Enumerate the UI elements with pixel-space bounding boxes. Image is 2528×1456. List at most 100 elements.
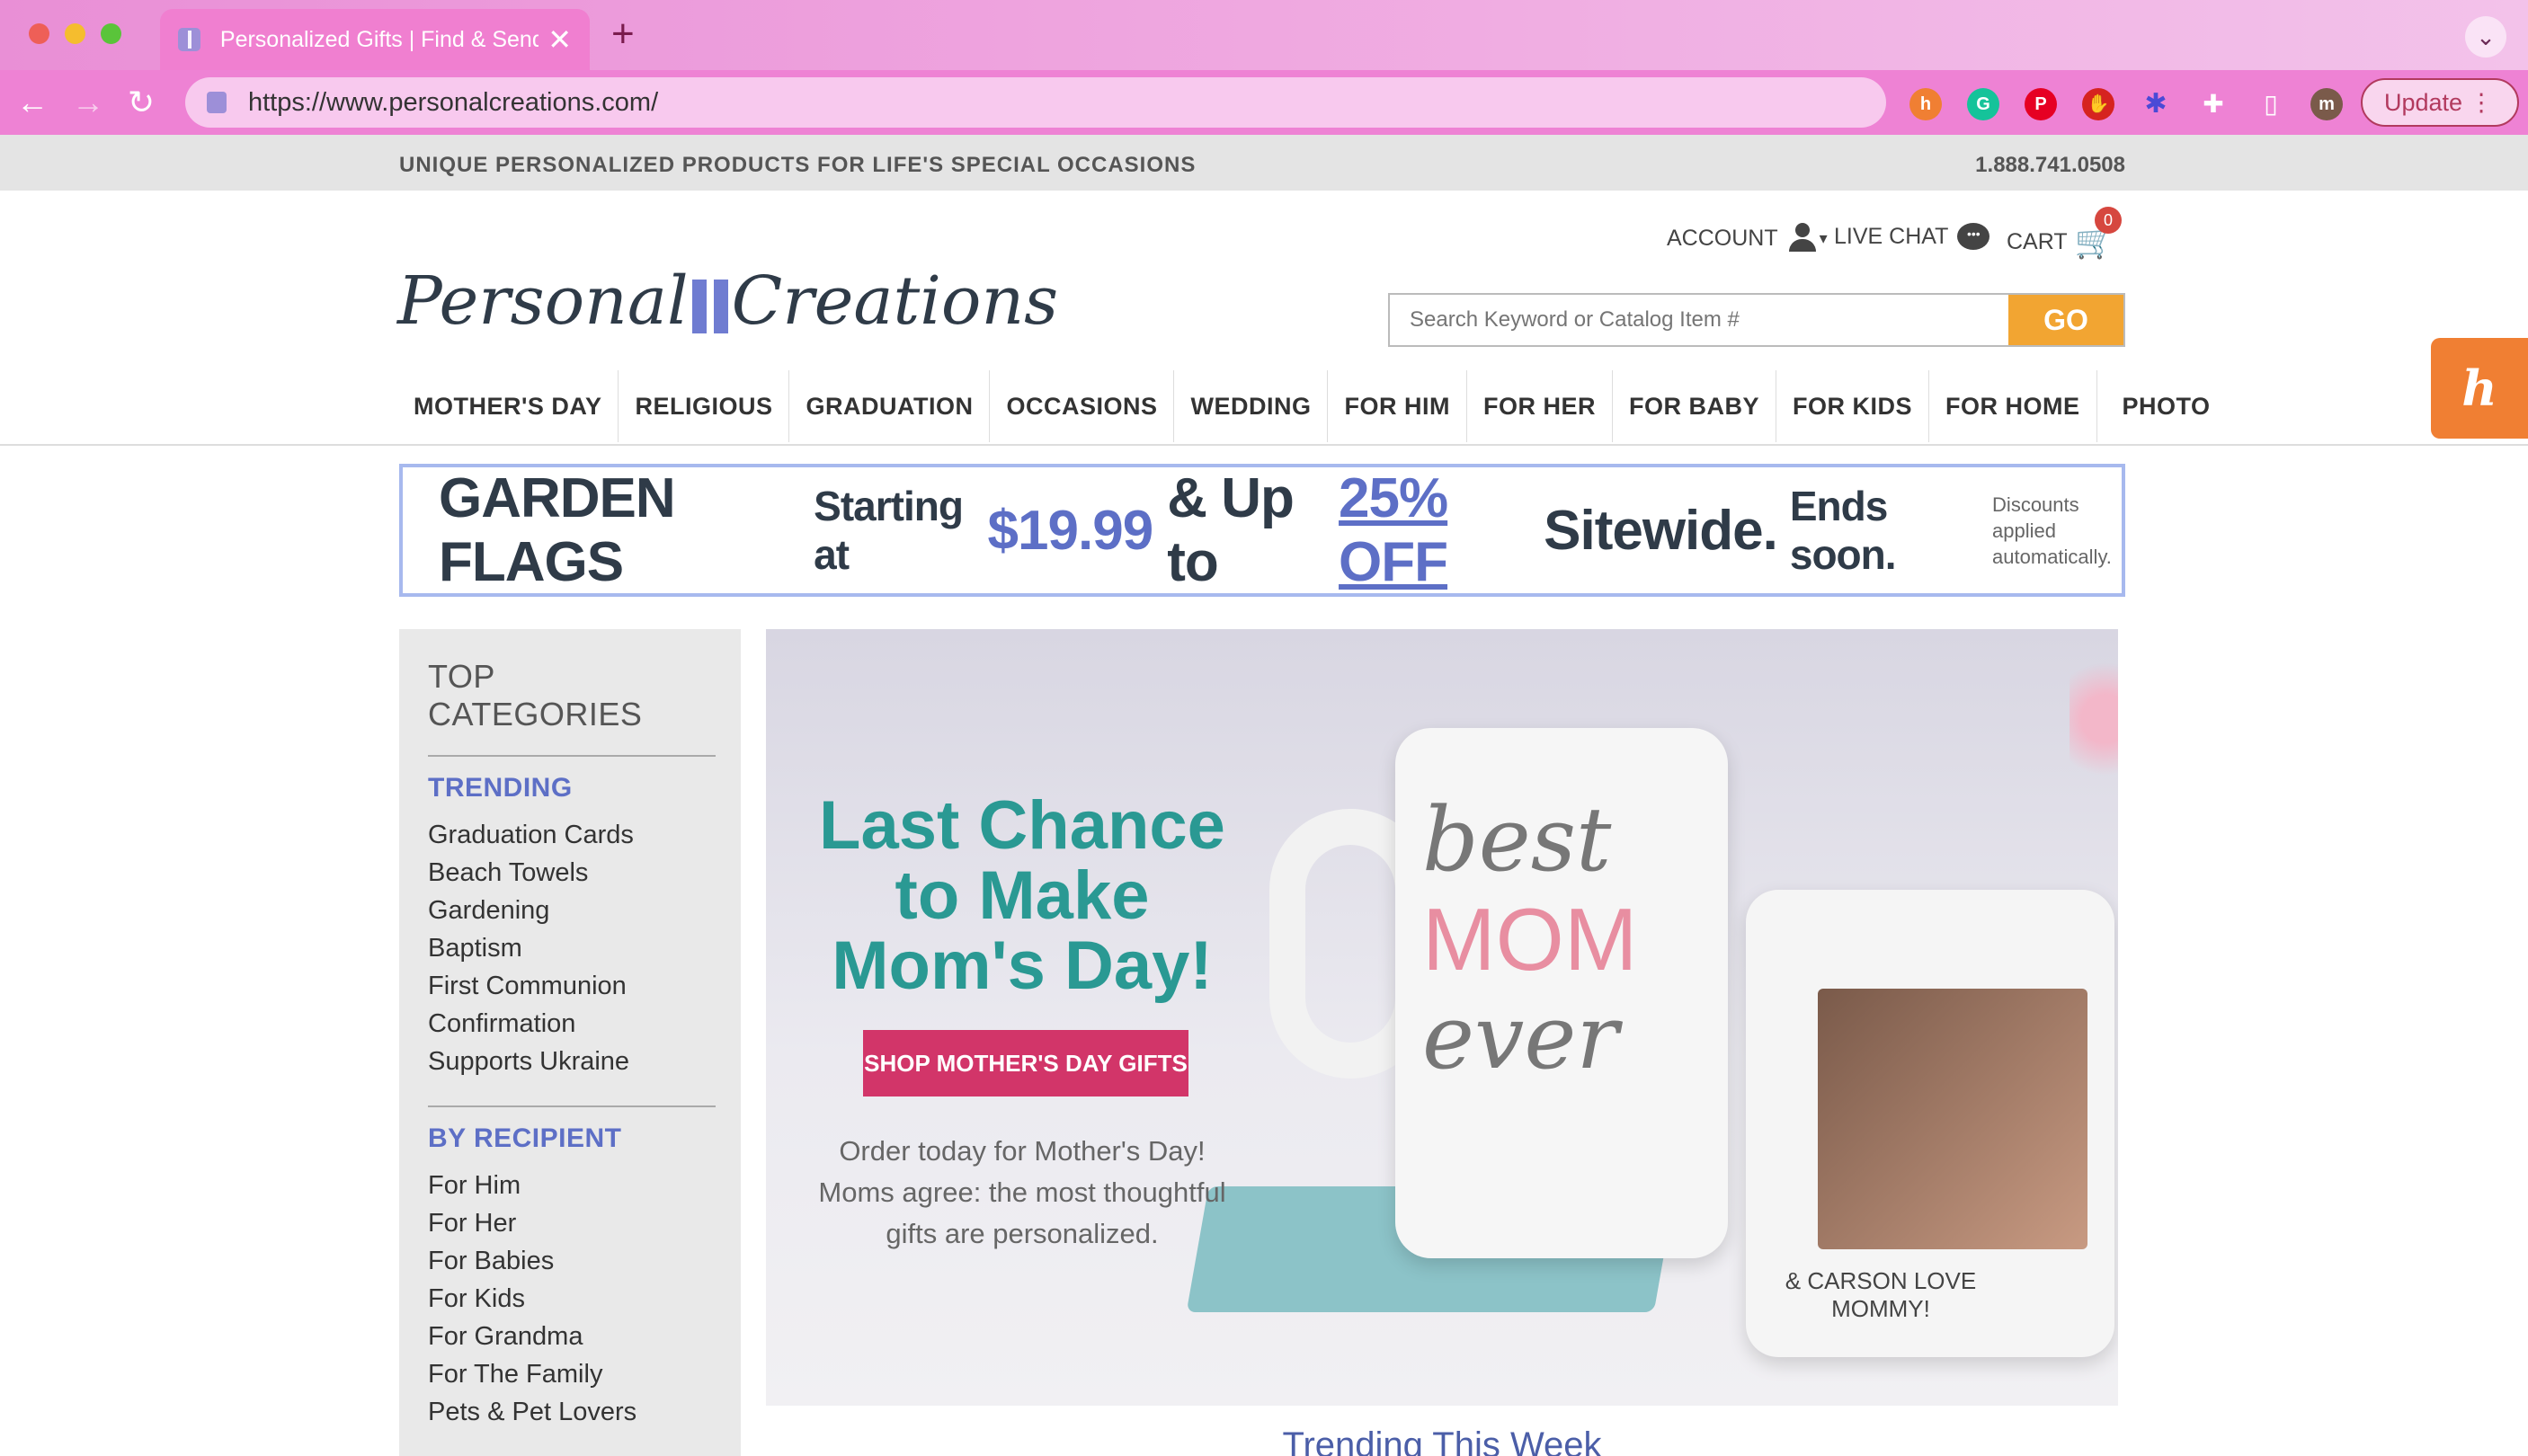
- sidebar-link-first-communion[interactable]: First Communion: [428, 967, 741, 1005]
- trending-this-week-heading: Trending This Week: [1282, 1425, 1602, 1456]
- nav-divider: [0, 444, 2528, 446]
- browser-tab-active[interactable]: Personalized Gifts | Find & Send ✕: [160, 9, 590, 70]
- site-tagline: UNIQUE PERSONALIZED PRODUCTS FOR LIFE'S …: [399, 153, 1197, 177]
- sidebar-link-supports-ukraine[interactable]: Supports Ukraine: [428, 1043, 741, 1080]
- hero-headline: Last Chance to Make Mom's Day!: [766, 791, 1278, 1001]
- phone-number[interactable]: 1.888.741.0508: [1975, 153, 2125, 178]
- browser-toolbar: ← → ↻ https://www.personalcreations.com/…: [0, 70, 2528, 135]
- nav-for-home[interactable]: FOR HOME: [1929, 370, 2097, 442]
- hero-headline-line2: to Make: [895, 857, 1150, 934]
- tab-search-chevron-icon[interactable]: ⌄: [2465, 16, 2506, 58]
- promo-starting-at: Starting at: [814, 483, 964, 578]
- cart-label: CART: [2007, 228, 2068, 254]
- new-tab-button[interactable]: +: [611, 14, 635, 54]
- promo-price: $19.99: [987, 499, 1154, 562]
- sidebar-icon[interactable]: ▯: [2255, 88, 2287, 120]
- pinterest-icon[interactable]: P: [2025, 88, 2057, 120]
- address-bar[interactable]: https://www.personalcreations.com/: [185, 77, 1886, 128]
- hero-headline-line3: Mom's Day!: [832, 928, 1213, 1004]
- promo-garden-flags: GARDEN FLAGS: [439, 467, 676, 593]
- category-sidebar: TOP CATEGORIES TRENDING Graduation Cards…: [399, 629, 741, 1456]
- hero-banner[interactable]: best MOM ever & CARSON LOVE MOMMY! Last …: [766, 629, 2118, 1406]
- mug-text-best: best: [1422, 789, 1612, 892]
- main-nav: MOTHER'S DAY RELIGIOUS GRADUATION OCCASI…: [397, 370, 2210, 442]
- puzzle-icon[interactable]: ✚: [2197, 88, 2230, 120]
- logo-text-creations: Creations: [731, 262, 1059, 340]
- forward-arrow-icon[interactable]: →: [72, 84, 104, 120]
- promo-banner[interactable]: GARDEN FLAGS Starting at $19.99 & Up to …: [399, 464, 2125, 597]
- person-icon: [1787, 223, 1820, 253]
- search-input[interactable]: [1390, 295, 2008, 345]
- tab-close-icon[interactable]: ✕: [547, 22, 572, 57]
- promo-ends-soon: Ends soon.: [1789, 483, 1897, 578]
- nav-for-her[interactable]: FOR HER: [1467, 370, 1613, 442]
- promo-note: Discounts applied automatically.: [1992, 492, 2122, 570]
- hero-subtext: Order today for Mother's Day! Moms agree…: [766, 1131, 1278, 1255]
- nav-graduation[interactable]: GRADUATION: [789, 370, 991, 442]
- sidebar-link-baptism[interactable]: Baptism: [428, 929, 741, 967]
- sidebar-title: TOP CATEGORIES: [428, 658, 716, 757]
- sidebar-link-gardening[interactable]: Gardening: [428, 892, 741, 929]
- honey-ext-icon[interactable]: h: [1909, 88, 1942, 120]
- window-zoom-button[interactable]: [101, 23, 121, 44]
- sidebar-link-for-her[interactable]: For Her: [428, 1204, 741, 1242]
- asterisk-ext-icon[interactable]: ✱: [2140, 88, 2172, 120]
- mug2-caption: & CARSON LOVE MOMMY!: [1785, 1267, 1977, 1322]
- account-link[interactable]: ACCOUNT ▾: [1667, 223, 1828, 253]
- cart-count-badge: 0: [2095, 207, 2122, 234]
- sidebar-head-by-recipient[interactable]: BY RECIPIENT: [428, 1123, 741, 1154]
- promo-note-line2: automatically.: [1992, 545, 2112, 568]
- nav-occasions[interactable]: OCCASIONS: [990, 370, 1175, 442]
- profile-avatar[interactable]: m: [2310, 88, 2343, 120]
- window-close-button[interactable]: [29, 23, 49, 44]
- browser-tab-bar: Personalized Gifts | Find & Send ✕ + ⌄: [0, 0, 2528, 70]
- adblock-icon[interactable]: ✋: [2082, 88, 2114, 120]
- shop-mothers-day-button[interactable]: SHOP MOTHER'S DAY GIFTS: [863, 1030, 1188, 1096]
- sidebar-link-beach-towels[interactable]: Beach Towels: [428, 854, 741, 892]
- nav-for-baby[interactable]: FOR BABY: [1613, 370, 1776, 442]
- promo-sitewide: Sitewide.: [1544, 499, 1778, 562]
- sidebar-link-confirmation[interactable]: Confirmation: [428, 1005, 741, 1043]
- sidebar-link-graduation-cards[interactable]: Graduation Cards: [428, 816, 741, 854]
- flower-decoration: [2070, 647, 2118, 791]
- sidebar-link-for-kids[interactable]: For Kids: [428, 1280, 741, 1318]
- nav-for-him[interactable]: FOR HIM: [1328, 370, 1467, 442]
- sidebar-link-for-the-family[interactable]: For The Family: [428, 1355, 741, 1393]
- nav-photo[interactable]: PHOTO: [2097, 370, 2227, 442]
- sidebar-link-for-grandma[interactable]: For Grandma: [428, 1318, 741, 1355]
- promo-up-to: & Up to: [1167, 467, 1295, 593]
- sidebar-link-for-babies[interactable]: For Babies: [428, 1242, 741, 1280]
- live-chat-link[interactable]: LIVE CHAT •••: [1834, 223, 1990, 250]
- promo-discount[interactable]: 25% OFF: [1339, 466, 1531, 594]
- sidebar-link-pets[interactable]: Pets & Pet Lovers: [428, 1393, 741, 1431]
- update-button[interactable]: Update ⋮: [2361, 78, 2519, 127]
- mug-text: best MOM ever: [1422, 791, 1638, 1088]
- gift-logo-icon: [691, 279, 728, 333]
- nav-religious[interactable]: RELIGIOUS: [619, 370, 790, 442]
- hero-subtext-line1: Order today for Mother's Day!: [839, 1135, 1206, 1167]
- nav-wedding[interactable]: WEDDING: [1174, 370, 1329, 442]
- hero-subtext-line3: gifts are personalized.: [886, 1218, 1159, 1249]
- chat-bubble-icon: •••: [1957, 223, 1990, 250]
- gift-favicon-icon: [178, 28, 200, 51]
- window-minimize-button[interactable]: [65, 23, 85, 44]
- site-logo[interactable]: Personal Creations: [397, 262, 1058, 340]
- reload-icon[interactable]: ↻: [128, 84, 155, 120]
- hero-subtext-line2: Moms agree: the most thoughtful: [818, 1176, 1226, 1208]
- site-search: GO: [1388, 293, 2125, 347]
- back-arrow-icon[interactable]: ←: [16, 84, 49, 120]
- live-chat-label: LIVE CHAT: [1834, 223, 1949, 249]
- sidebar-head-trending[interactable]: TRENDING: [428, 773, 741, 803]
- url-text[interactable]: https://www.personalcreations.com/: [248, 88, 658, 118]
- honey-sidebar-icon[interactable]: h: [2431, 338, 2528, 439]
- sidebar-link-for-him[interactable]: For Him: [428, 1167, 741, 1204]
- promo-note-line1: Discounts applied: [1992, 493, 2079, 542]
- account-label: ACCOUNT: [1667, 225, 1778, 251]
- nav-mothers-day[interactable]: MOTHER'S DAY: [397, 370, 619, 442]
- tab-title: Personalized Gifts | Find & Send: [219, 26, 539, 52]
- chevron-down-icon: ▾: [1819, 228, 1828, 247]
- nav-for-kids[interactable]: FOR KIDS: [1776, 370, 1929, 442]
- site-info-icon[interactable]: [207, 92, 227, 113]
- grammarly-icon[interactable]: G: [1967, 88, 1999, 120]
- search-go-button[interactable]: GO: [2008, 295, 2123, 345]
